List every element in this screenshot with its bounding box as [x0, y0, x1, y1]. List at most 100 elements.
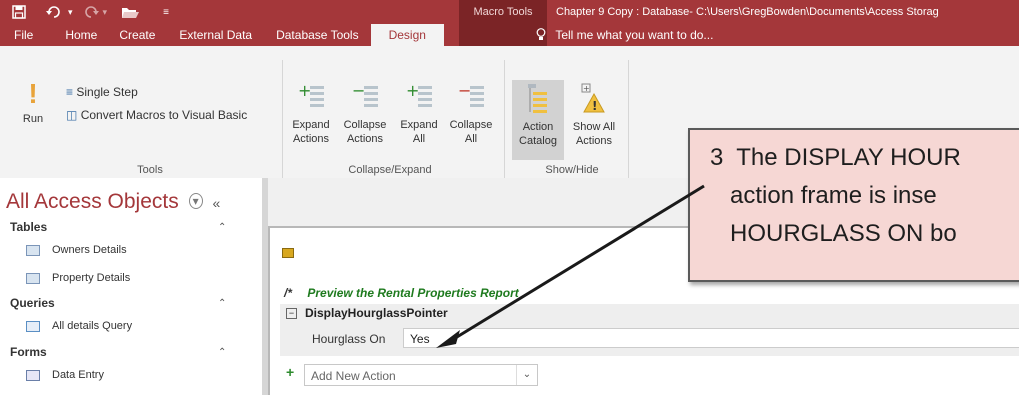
- collapse-group-icon[interactable]: ⌃: [218, 222, 226, 233]
- single-step-label: Single Step: [76, 85, 138, 99]
- collapse-action-icon[interactable]: −: [286, 307, 297, 319]
- convert-label: Convert Macros to Visual Basic: [80, 108, 248, 122]
- table-icon: [26, 244, 40, 256]
- nav-group-queries[interactable]: Queries: [10, 296, 55, 310]
- save-icon[interactable]: [12, 5, 26, 19]
- svg-text:+: +: [583, 84, 590, 93]
- action-header[interactable]: − DisplayHourglassPointer: [286, 306, 448, 320]
- expand-actions-button[interactable]: + Expand Actions: [288, 81, 334, 146]
- list-item[interactable]: Owners Details: [26, 244, 127, 256]
- redo-dropdown-icon[interactable]: ▾: [103, 7, 108, 18]
- expand-all-icon: +: [396, 81, 442, 118]
- nav-pane-title-text: All Access Objects: [6, 190, 179, 213]
- tell-me-text: Tell me what you want to do...: [555, 28, 714, 42]
- undo-dropdown-icon[interactable]: ▾: [68, 7, 73, 18]
- redo-icon[interactable]: [83, 6, 99, 18]
- collapse-all-button[interactable]: − Collapse All: [446, 81, 496, 146]
- action-catalog-icon: [512, 80, 564, 120]
- comment-prefix: /*: [284, 286, 293, 300]
- group-label-collapse-expand: Collapse/Expand: [348, 164, 432, 176]
- svg-text:+: +: [298, 82, 311, 100]
- single-step-icon: ≡: [66, 85, 74, 99]
- run-button[interactable]: ! Run: [18, 80, 48, 126]
- hourglass-on-value: Yes: [410, 332, 430, 346]
- undo-icon[interactable]: [46, 6, 62, 18]
- list-item-label: Data Entry: [52, 369, 104, 381]
- nav-menu-dropdown-icon[interactable]: ▾: [188, 193, 203, 209]
- expand-actions-label-2: Actions: [292, 133, 330, 145]
- collapse-all-icon: −: [446, 81, 496, 118]
- callout-line-1: 3 The DISPLAY HOUR: [710, 144, 961, 171]
- query-icon: [26, 320, 40, 332]
- list-item-label: Owners Details: [52, 244, 127, 256]
- collapse-group-icon[interactable]: ⌃: [218, 298, 226, 309]
- list-item[interactable]: Data Entry: [26, 369, 104, 381]
- macro-comment[interactable]: /* Preview the Rental Properties Report: [284, 286, 519, 300]
- list-item-label: All details Query: [52, 320, 133, 332]
- ribbon-tabs: File Home Create External Data Database …: [0, 24, 444, 46]
- collapse-actions-icon: −: [340, 81, 390, 118]
- svg-text:+: +: [406, 82, 419, 100]
- run-icon: !: [28, 78, 38, 109]
- contextual-label: Macro Tools: [473, 6, 533, 18]
- form-icon: [26, 369, 40, 381]
- tell-me-box[interactable]: Tell me what you want to do...: [536, 24, 713, 46]
- run-label: Run: [22, 113, 44, 125]
- callout-text: 3 The DISPLAY HOUR action frame is inse …: [688, 128, 1019, 282]
- nav-group-tables[interactable]: Tables: [10, 220, 47, 234]
- single-step-button[interactable]: ≡ Single Step: [66, 85, 138, 99]
- action-catalog-label-2: Catalog: [519, 135, 557, 147]
- nav-collapse-icon[interactable]: «: [212, 195, 220, 211]
- group-label-tools: Tools: [137, 164, 163, 176]
- collapse-actions-label-2: Actions: [346, 133, 384, 145]
- add-action-icon: +: [286, 364, 295, 380]
- expand-all-label-2: All: [412, 133, 426, 145]
- show-all-actions-label-2: Actions: [575, 135, 613, 147]
- show-all-actions-icon: +!: [566, 80, 622, 120]
- callout-line-2: action frame is inse: [730, 182, 937, 209]
- expand-all-label-1: Expand: [400, 119, 438, 131]
- collapse-all-label-2: All: [464, 133, 478, 145]
- show-all-actions-button[interactable]: +! Show All Actions: [566, 80, 622, 148]
- convert-macros-button[interactable]: ◫ Convert Macros to Visual Basic: [66, 108, 247, 122]
- comment-text: Preview the Rental Properties Report: [307, 286, 519, 300]
- group-separator: [628, 60, 629, 178]
- window-title: Chapter 9 Copy : Database- C:\Users\Greg…: [556, 6, 939, 18]
- nav-pane-title[interactable]: All Access Objects ▾ «: [6, 190, 220, 214]
- table-icon: [26, 272, 40, 284]
- group-label-show-hide: Show/Hide: [545, 164, 599, 176]
- tab-database-tools[interactable]: Database Tools: [264, 24, 371, 46]
- tab-create[interactable]: Create: [107, 24, 167, 46]
- tab-external-data[interactable]: External Data: [167, 24, 264, 46]
- collapse-actions-label-1: Collapse: [343, 119, 387, 131]
- add-new-action-placeholder: Add New Action: [311, 369, 396, 383]
- action-catalog-label-1: Action: [522, 121, 554, 133]
- open-folder-icon[interactable]: [121, 6, 140, 19]
- action-catalog-button[interactable]: Action Catalog: [512, 80, 564, 160]
- add-new-action-select[interactable]: Add New Action ⌄: [304, 364, 538, 386]
- hourglass-on-field[interactable]: Yes: [403, 328, 1019, 348]
- collapse-actions-button[interactable]: − Collapse Actions: [340, 81, 390, 146]
- list-item[interactable]: Property Details: [26, 272, 130, 284]
- convert-icon: ◫: [66, 108, 78, 122]
- chevron-down-icon[interactable]: ⌄: [516, 365, 537, 385]
- action-name: DisplayHourglassPointer: [305, 306, 448, 320]
- expand-actions-icon: +: [288, 81, 334, 118]
- customize-qat-icon[interactable]: ≡: [163, 7, 169, 18]
- nav-group-forms[interactable]: Forms: [10, 345, 47, 359]
- collapse-all-label-1: Collapse: [449, 119, 493, 131]
- macro-icon: [282, 248, 294, 258]
- tab-home[interactable]: Home: [47, 24, 107, 46]
- svg-text:−: −: [458, 82, 471, 100]
- list-item[interactable]: All details Query: [26, 320, 132, 332]
- expand-all-button[interactable]: + Expand All: [396, 81, 442, 146]
- group-separator: [282, 60, 283, 178]
- tab-design[interactable]: Design: [370, 24, 444, 46]
- tab-file[interactable]: File: [0, 24, 47, 46]
- argument-label: Hourglass On: [312, 332, 386, 346]
- show-all-actions-label-1: Show All: [572, 121, 616, 133]
- collapse-group-icon[interactable]: ⌃: [218, 347, 226, 358]
- quick-access-toolbar: ▾ ▾ ≡: [0, 0, 169, 24]
- svg-text:!: !: [592, 99, 597, 113]
- navigation-pane: All Access Objects ▾ « Tables ⌃ Owners D…: [0, 178, 268, 395]
